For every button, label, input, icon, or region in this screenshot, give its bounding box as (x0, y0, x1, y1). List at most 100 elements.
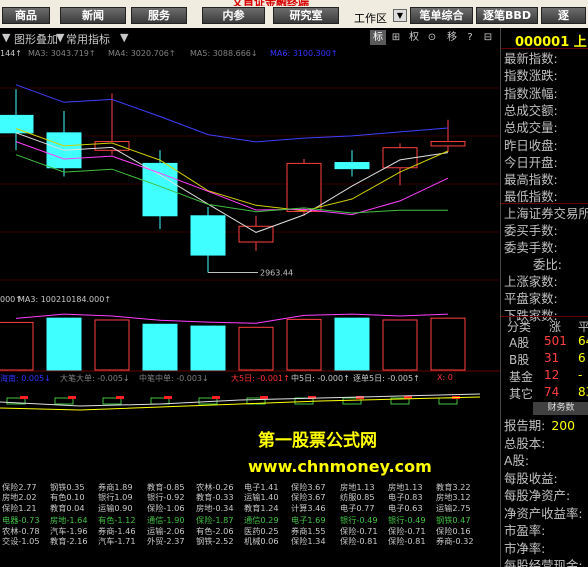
sector-cell[interactable]: 券商-1.46 (98, 526, 136, 536)
indicator-button[interactable]: 常用指标 (66, 31, 110, 47)
nav-button-research[interactable]: 研究室 (273, 7, 339, 24)
sector-cell[interactable]: 教育-0.85 (147, 482, 185, 492)
sector-cell[interactable]: 保险2.77 (2, 482, 37, 492)
tab-mark[interactable]: 标 (370, 30, 386, 45)
sector-cell[interactable]: 房地-0.34 (196, 503, 234, 513)
market-table-header: 分类 (507, 320, 532, 334)
flow-chart[interactable] (0, 384, 500, 424)
tab-move[interactable]: 移 (444, 30, 460, 45)
volume-bar-4 (190, 325, 226, 371)
sector-cell[interactable]: 电器-0.73 (2, 515, 40, 525)
sector-cell[interactable]: 计算3.46 (291, 503, 326, 513)
sector-cell[interactable]: 房地2.02 (2, 492, 37, 502)
market-table-cell: A股 (509, 336, 530, 350)
volume-chart[interactable] (0, 305, 500, 372)
quote-field2-0: 委买手数: (504, 223, 558, 238)
sector-cell[interactable]: 房地3.12 (436, 492, 471, 502)
sector-cell[interactable]: 电子1.41 (244, 482, 279, 492)
workspace-dropdown[interactable]: ▼ (393, 9, 407, 22)
nav-button-tick-more[interactable]: 逐 (541, 7, 586, 24)
tab-help-icon[interactable]: ? (462, 30, 478, 45)
sector-cell[interactable]: 有色-2.06 (196, 526, 234, 536)
sector-cell[interactable]: 教育3.22 (436, 482, 471, 492)
sector-cell[interactable]: 券商1.89 (98, 482, 133, 492)
sector-cell[interactable]: 保险-0.71 (340, 526, 378, 536)
sector-cell[interactable]: 银行-0.49 (340, 515, 378, 525)
sector-cell[interactable]: 汽车-1.96 (50, 526, 88, 536)
flow-line-item-1: 大笔大单: -0.005↓ (60, 374, 130, 383)
sector-cell[interactable]: 电子1.69 (291, 515, 326, 525)
sector-cell[interactable]: 通信-1.90 (147, 515, 185, 525)
sector-cell[interactable]: 教育-0.33 (196, 492, 234, 502)
nav-button-tick-summary[interactable]: 笔单综合 (410, 7, 473, 24)
sector-cell[interactable]: 电子0.83 (388, 492, 423, 502)
flow-line-item-3: 大5日: -0.001↑ (231, 374, 290, 383)
sector-cell[interactable]: 保险0.16 (436, 526, 471, 536)
sector-cell[interactable]: 汽车-1.71 (98, 536, 136, 546)
volume-bar-5 (238, 326, 274, 371)
sector-cell[interactable]: 运输-2.06 (147, 526, 185, 536)
quote-field-5: 昨日收盘: (504, 137, 558, 153)
sector-cell[interactable]: 运输1.40 (244, 492, 279, 502)
nav-button-tick-bbd[interactable]: 逐笔BBD (476, 7, 538, 24)
sector-cell[interactable]: 教育0.04 (50, 503, 85, 513)
sector-cell[interactable]: 纺服0.85 (340, 492, 375, 502)
sector-cell[interactable]: 房地-1.64 (50, 515, 88, 525)
market-table-cell: 12 (544, 368, 560, 382)
market-table-cell: 31 (544, 351, 560, 365)
tab-target-icon[interactable]: ⊙ (424, 30, 440, 45)
sector-cell[interactable]: 保险-0.81 (388, 536, 426, 546)
sector-cell[interactable]: 钢铁-2.52 (196, 536, 234, 546)
overlay-dropdown-icon[interactable]: ▼ (2, 31, 10, 44)
sector-cell[interactable]: 保险3.67 (291, 482, 326, 492)
sector-cell[interactable]: 钢铁0.47 (436, 515, 471, 525)
sector-cell[interactable]: 电子0.77 (340, 503, 375, 513)
sector-cell[interactable]: 保险1.21 (2, 503, 37, 513)
sector-cell[interactable]: 保险-0.81 (340, 536, 378, 546)
sector-cell[interactable]: 教育-2.16 (50, 536, 88, 546)
price-chart-bg (0, 58, 500, 295)
sector-cell[interactable]: 券商1.55 (291, 526, 326, 536)
quote-field-7: 最高指数: (504, 172, 558, 188)
sector-cell[interactable]: 银行-0.49 (388, 515, 426, 525)
sector-cell[interactable]: 农林-0.26 (196, 482, 234, 492)
sector-cell[interactable]: 运输2.75 (436, 503, 471, 513)
tab-grid-icon[interactable]: ⊞ (388, 30, 404, 45)
tab-rights[interactable]: 权 (406, 30, 422, 45)
sector-cell[interactable]: 农林-0.78 (2, 526, 40, 536)
sector-cell[interactable]: 交设-1.05 (2, 536, 40, 546)
nav-button-insider[interactable]: 内参 (202, 7, 265, 24)
sector-cell[interactable]: 房地1.13 (388, 482, 423, 492)
sector-cell[interactable]: 银行1.09 (98, 492, 133, 502)
sector-cell[interactable]: 医药0.25 (244, 526, 279, 536)
nav-button-service[interactable]: 服务 (131, 7, 187, 24)
sector-cell[interactable]: 券商-0.32 (436, 536, 474, 546)
sector-cell[interactable]: 保险-0.71 (388, 526, 426, 536)
quote-field-2: 指数涨幅: (504, 85, 558, 101)
sector-cell[interactable]: 钢铁0.35 (50, 482, 85, 492)
sector-cell[interactable]: 通信0.29 (244, 515, 279, 525)
sector-cell[interactable]: 教育1.24 (244, 503, 279, 513)
price-chart[interactable]: 2963.44 (0, 58, 500, 295)
sector-cell[interactable]: 机械0.06 (244, 536, 279, 546)
sector-cell[interactable]: 有色-1.12 (98, 515, 136, 525)
nav-button-news[interactable]: 新闻 (60, 7, 126, 24)
sector-cell[interactable]: 房地1.13 (340, 482, 375, 492)
sector-cell[interactable]: 电子0.63 (388, 503, 423, 513)
indicator-more-icon[interactable]: ▼ (120, 31, 128, 44)
indicator-dropdown-icon[interactable]: ▼ (56, 31, 64, 44)
sector-cell[interactable]: 外贸-2.37 (147, 536, 185, 546)
sector-cell[interactable]: 银行-0.92 (147, 492, 185, 502)
nav-button-commodity[interactable]: 商品 (2, 7, 50, 24)
flow-line-item-2: 中笔中单: -0.003↓ (139, 374, 209, 383)
overlay-button[interactable]: 图形叠加 (14, 31, 58, 47)
tab-window-icon[interactable]: ⊟ (480, 30, 496, 45)
sector-cell[interactable]: 运输0.90 (98, 503, 133, 513)
quote-field2-3: 上涨家数: (504, 273, 558, 289)
tab-financial-data[interactable]: 财务数 (533, 402, 588, 415)
sector-cell[interactable]: 有色0.10 (50, 492, 85, 502)
sector-cell[interactable]: 保险3.67 (291, 492, 326, 502)
sector-cell[interactable]: 保险-1.06 (147, 503, 185, 513)
sector-cell[interactable]: 保险1.34 (291, 536, 326, 546)
sector-cell[interactable]: 保险-1.87 (196, 515, 234, 525)
